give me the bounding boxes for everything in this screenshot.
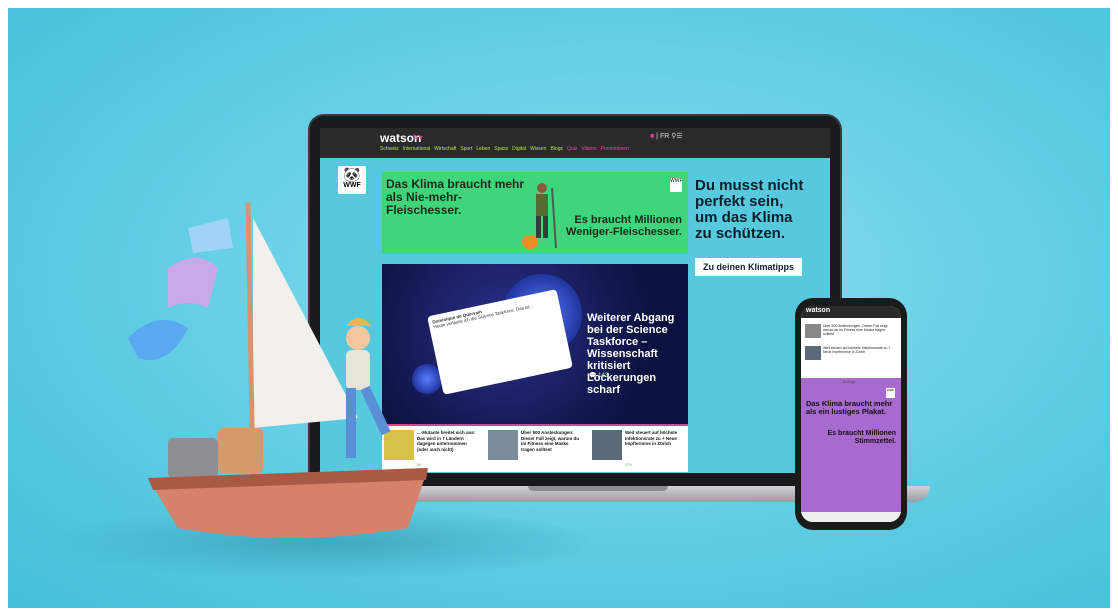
phone-teaser[interactable]: Welt steuert auf höchste Infektionsrate … — [805, 346, 897, 362]
nav-item[interactable]: Wissen — [530, 146, 546, 152]
ad-subline: Es braucht Millionen Weniger-Fleischesse… — [566, 214, 682, 238]
logo-badge-icon: ✎▾ — [412, 133, 423, 142]
laptop-notch — [528, 486, 668, 491]
ad-wwf-text: WWF — [670, 178, 683, 184]
sailor-leg — [360, 385, 391, 436]
story-title[interactable]: Weiterer Abgang bei der Science Taskforc… — [587, 312, 687, 396]
sidebar-headline: Du musst nicht perfekt sein, um das Klim… — [695, 177, 804, 242]
wwf-logo-text: WWF — [343, 182, 361, 189]
sail — [253, 218, 358, 428]
nav-item[interactable]: Sport — [460, 146, 472, 152]
sailor-head — [346, 326, 370, 350]
phone-teaser-image — [805, 324, 821, 338]
ad-label: Anzeige — [843, 380, 856, 384]
klimatipps-button[interactable]: Zu deinen Klimatipps — [695, 258, 803, 276]
sailor-body — [346, 350, 370, 390]
nav-item[interactable]: Videos — [581, 146, 596, 152]
phone-wwf-badge: WWF — [886, 388, 895, 398]
search-menu-icon[interactable]: ⚲☰ — [671, 133, 682, 140]
teaser-item[interactable]: Über 500 Ansteckungen: Dieser Fall zeigt… — [488, 430, 584, 470]
phone-header: watson — [801, 306, 901, 318]
nav-item[interactable]: Leben — [476, 146, 490, 152]
ad-sidebar: Du musst nicht perfekt sein, um das Klim… — [695, 178, 805, 276]
comment-icon: 💬 — [589, 373, 597, 379]
wwf-logo[interactable]: 🐼 WWF — [338, 166, 366, 194]
main-nav: Schweiz International Wirtschaft Sport Leben… — [380, 146, 629, 152]
farmer-illustration — [522, 183, 557, 249]
suitcase-icon — [168, 438, 218, 478]
nav-item[interactable]: Schweiz — [380, 146, 399, 152]
panda-icon: 🐼 — [343, 166, 361, 182]
laundry-blue — [128, 320, 188, 360]
sailor-hat — [346, 318, 372, 326]
suitcase-icon — [218, 428, 263, 473]
tweet-text: Heute verlasse ich die Science Taskforce… — [432, 303, 535, 330]
nav-item[interactable]: Digital — [512, 146, 526, 152]
teaser-count: 229 — [625, 462, 632, 467]
sailor-leg — [346, 388, 356, 458]
phone-bottom-strip — [801, 512, 901, 522]
nav-item[interactable]: Spass — [494, 146, 508, 152]
phone-wwf-text: WWF — [886, 388, 895, 392]
site-header: watson ✎▾ ■ | FR ⚲☰ Schweiz International… — [320, 128, 830, 158]
phone-ad-subline: Es braucht Millionen Stimmzettel. — [827, 430, 896, 445]
language-switch[interactable]: FR — [660, 133, 669, 140]
phone-teaser-text: Welt steuert auf höchste Infektionsrate … — [823, 346, 891, 354]
nav-item[interactable]: Blogs — [550, 146, 563, 152]
phone-ad[interactable]: Anzeige WWF Das Klima braucht mehr als e… — [801, 378, 901, 516]
teaser-text: Weit steuert auf höchste Infektionsrate … — [625, 430, 678, 446]
flag-icon: ■ — [650, 133, 655, 140]
nav-item[interactable]: International — [403, 146, 431, 152]
phone-logo[interactable]: watson — [806, 307, 830, 314]
laundry-lilac — [168, 258, 218, 308]
header-tools[interactable]: ■ | FR ⚲☰ — [650, 132, 683, 140]
phone-teaser[interactable]: Über 500 Ansteckungen: Dieser Fall zeigt… — [805, 324, 897, 340]
nav-item[interactable]: Wirtschaft — [434, 146, 456, 152]
hero-stage: watson ✎▾ ■ | FR ⚲☰ Schweiz International… — [8, 8, 1110, 608]
nav-item[interactable]: Quiz — [567, 146, 577, 152]
teaser-image — [592, 430, 622, 460]
teaser-image — [488, 430, 518, 460]
sailboat-illustration — [128, 202, 428, 538]
phone-teaser-image — [805, 346, 821, 360]
teaser-item[interactable]: Weit steuert auf höchste Infektionsrate … — [592, 430, 688, 470]
phone-screen: watson Über 500 Ansteckungen: Dieser Fal… — [801, 306, 901, 522]
story-comments: 💬 143 — [589, 372, 608, 379]
phone-ad-headline: Das Klima braucht mehr als ein lustiges … — [806, 399, 893, 416]
teaser-text: Über 500 Ansteckungen: Dieser Fall zeigt… — [521, 430, 580, 452]
story-comment-count: 143 — [598, 373, 609, 379]
phone-teaser-text: Über 500 Ansteckungen: Dieser Fall zeigt… — [823, 324, 889, 336]
laundry-light — [188, 218, 233, 253]
ad-wwf-badge: WWF — [670, 178, 683, 192]
nav-item[interactable]: Promotionen — [600, 146, 628, 152]
tweet-card: Dominique de Quervain Heute verlasse ich… — [427, 289, 573, 395]
